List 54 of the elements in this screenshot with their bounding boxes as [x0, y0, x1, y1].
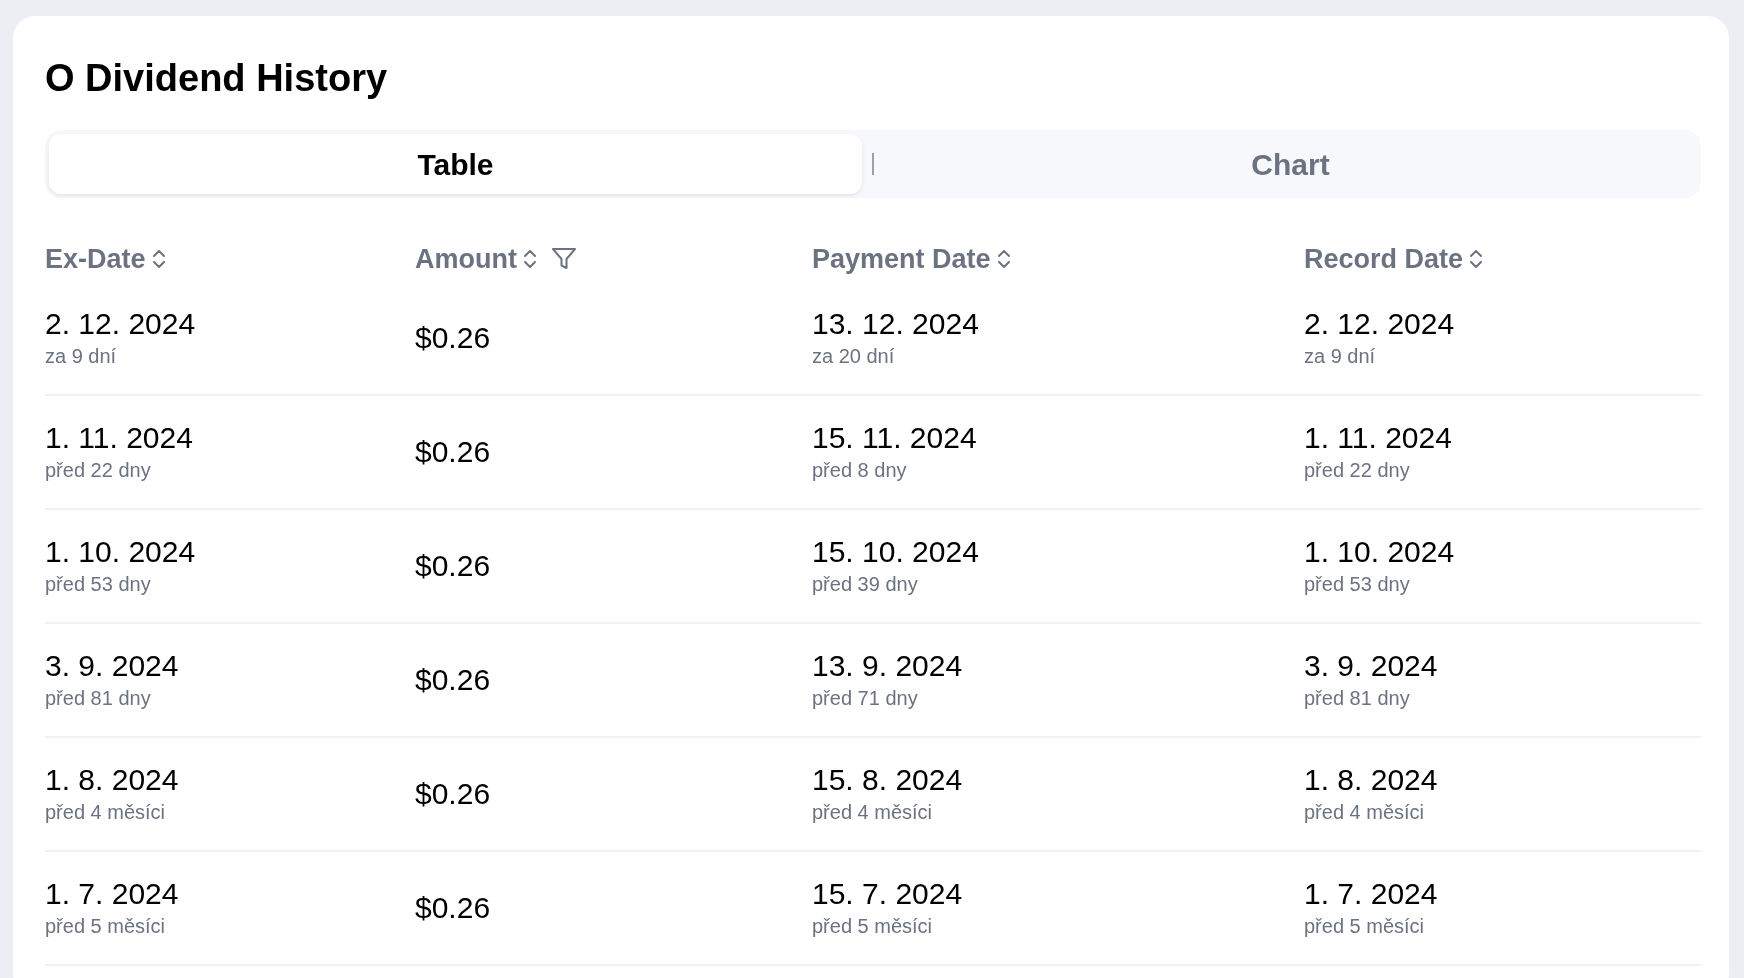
date-text: 3. 9. 2024: [1304, 648, 1438, 684]
relative-time-text: před 5 měsíci: [812, 914, 933, 939]
amount-text: $0.26: [415, 662, 491, 698]
date-text: 1. 11. 2024: [45, 420, 193, 456]
date-text: 1. 10. 2024: [45, 534, 196, 570]
date-text: 15. 7. 2024: [812, 876, 963, 912]
sort-icon[interactable]: [151, 248, 166, 270]
column-header[interactable]: Record Date: [1304, 238, 1484, 280]
amount-text: $0.26: [415, 548, 491, 584]
date-text: 1. 8. 2024: [45, 762, 179, 798]
relative-time-text: před 5 měsíci: [1304, 914, 1425, 939]
sort-icon[interactable]: [996, 248, 1011, 270]
sort-icon[interactable]: [1469, 248, 1484, 270]
relative-time-text: před 4 měsíci: [1304, 800, 1425, 825]
date-text: 1. 11. 2024: [1304, 420, 1452, 456]
date-text: 15. 11. 2024: [812, 420, 977, 456]
date-text: 1. 8. 2024: [1304, 762, 1438, 798]
amount-text: $0.26: [415, 434, 491, 470]
relative-time-text: za 9 dní: [1304, 344, 1376, 369]
filter-icon[interactable]: [551, 247, 577, 271]
date-text: 3. 9. 2024: [45, 648, 179, 684]
relative-time-text: před 39 dny: [812, 572, 918, 597]
date-text: 2. 12. 2024: [1304, 306, 1455, 342]
relative-time-text: před 4 měsíci: [45, 800, 166, 825]
date-text: 13. 9. 2024: [812, 648, 963, 684]
column-header[interactable]: Amount: [415, 238, 577, 280]
date-text: 1. 10. 2024: [1304, 534, 1455, 570]
tab[interactable]: Table: [49, 134, 862, 194]
relative-time-text: před 53 dny: [1304, 572, 1410, 597]
amount-text: $0.26: [415, 776, 491, 812]
column-header[interactable]: Payment Date: [812, 238, 1011, 280]
relative-time-text: před 8 dny: [812, 458, 907, 483]
column-header[interactable]: Ex-Date: [45, 238, 166, 280]
relative-time-text: před 53 dny: [45, 572, 151, 597]
relative-time-text: před 22 dny: [45, 458, 151, 483]
relative-time-text: za 9 dní: [45, 344, 117, 369]
relative-time-text: před 4 měsíci: [812, 800, 933, 825]
amount-text: $0.26: [415, 890, 491, 926]
sort-icon[interactable]: [523, 248, 537, 270]
relative-time-text: před 81 dny: [45, 686, 151, 711]
relative-time-text: před 71 dny: [812, 686, 918, 711]
date-text: 15. 10. 2024: [812, 534, 979, 570]
relative-time-text: před 5 měsíci: [45, 914, 166, 939]
relative-time-text: za 20 dní: [812, 344, 895, 369]
tab[interactable]: Chart: [884, 134, 1697, 194]
date-text: 1. 7. 2024: [45, 876, 179, 912]
relative-time-text: před 22 dny: [1304, 458, 1410, 483]
relative-time-text: před 81 dny: [1304, 686, 1410, 711]
date-text: 2. 12. 2024: [45, 306, 196, 342]
page-title: O Dividend History: [45, 56, 389, 100]
date-text: 13. 12. 2024: [812, 306, 979, 342]
amount-text: $0.26: [415, 320, 491, 356]
date-text: 15. 8. 2024: [812, 762, 963, 798]
date-text: 1. 7. 2024: [1304, 876, 1438, 912]
